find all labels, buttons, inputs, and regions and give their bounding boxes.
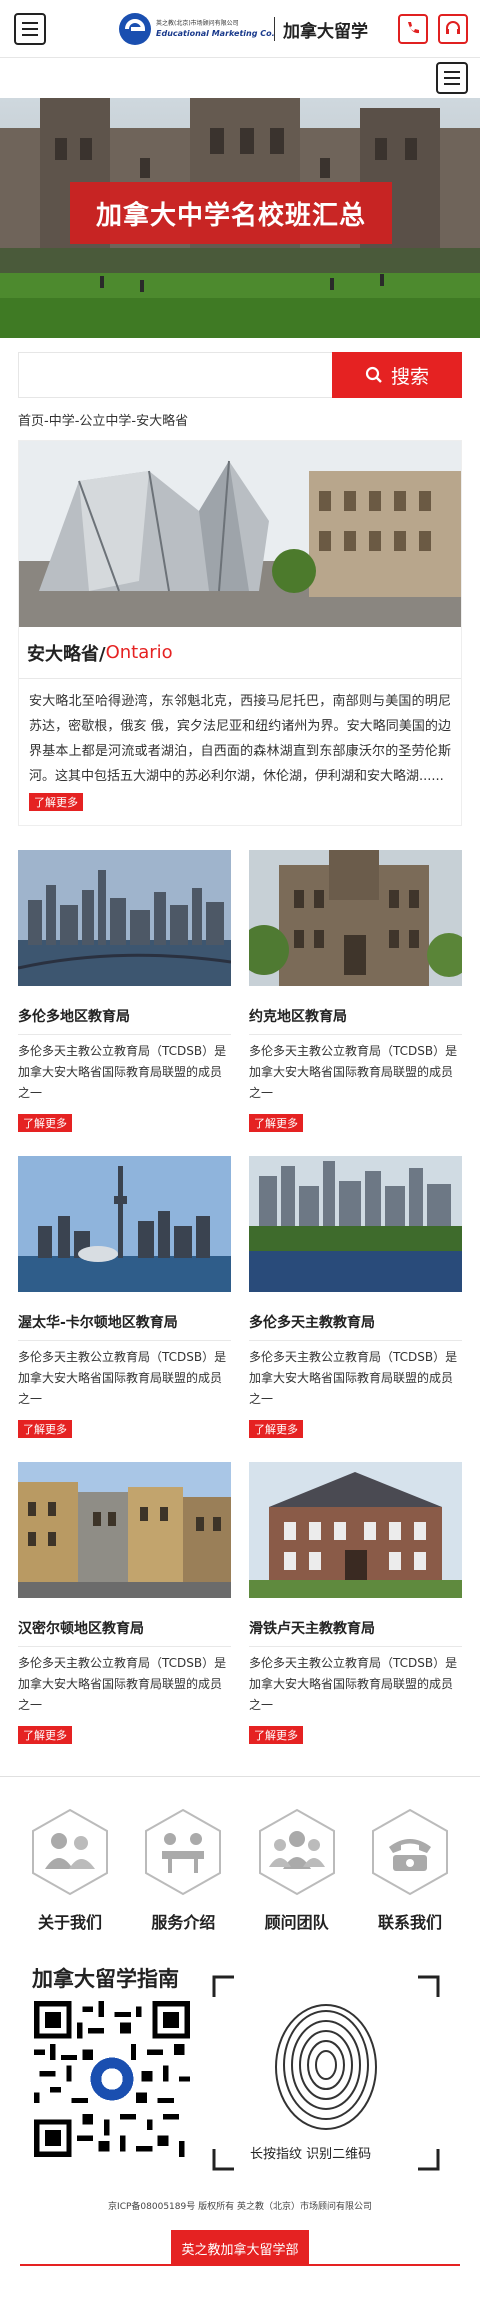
board-more-button[interactable]: 了解更多 bbox=[249, 1726, 303, 1744]
board-more-button[interactable]: 了解更多 bbox=[249, 1114, 303, 1132]
phone-icon bbox=[371, 1808, 448, 1896]
sub-nav-bar bbox=[0, 58, 480, 98]
brand-logo-icon bbox=[119, 13, 151, 45]
province-image bbox=[19, 441, 461, 627]
fingerprint-icon bbox=[275, 2004, 377, 2130]
board-title: 多伦多地区教育局 bbox=[18, 1006, 231, 1035]
board-card[interactable]: 多伦多天主教教育局 多伦多天主教公立教育局（TCDSB）是加拿大安大略省国际教育… bbox=[249, 1156, 462, 1462]
board-more-button[interactable]: 了解更多 bbox=[18, 1114, 72, 1132]
people-icon bbox=[32, 1808, 108, 1896]
nav-team[interactable]: 顾问团队 bbox=[247, 1807, 347, 1933]
nav-contact[interactable]: 联系我们 bbox=[360, 1807, 460, 1933]
brand[interactable]: 英之教(北京)市场顾问有限公司 Educational Marketing Co… bbox=[118, 12, 368, 46]
brand-separator bbox=[274, 17, 275, 41]
province-title: 安大略省/Ontario bbox=[19, 627, 461, 679]
board-title: 汉密尔顿地区教育局 bbox=[18, 1618, 231, 1647]
qr-code[interactable] bbox=[34, 2001, 190, 2157]
brand-company-en: Educational Marketing Co. bbox=[156, 28, 275, 38]
phone-icon bbox=[408, 22, 419, 34]
board-title: 约克地区教育局 bbox=[249, 1006, 462, 1035]
board-card[interactable]: 滑铁卢天主教教育局 多伦多天主教公立教育局（TCDSB）是加拿大安大略省国际教育… bbox=[249, 1462, 462, 1768]
board-description: 多伦多天主教公立教育局（TCDSB）是加拿大安大略省国际教育局联盟的成员之一 bbox=[18, 1656, 227, 1712]
category-menu-button[interactable] bbox=[436, 62, 468, 94]
search-icon bbox=[365, 366, 382, 383]
banner-title: 加拿大中学名校班汇总 bbox=[70, 182, 392, 244]
province-description: 安大略北至哈得逊湾，东邻魁北克，西接马尼托巴，南部则与美国的明尼苏达，密歇根，俄… bbox=[29, 694, 451, 784]
board-title: 多伦多天主教教育局 bbox=[249, 1312, 462, 1341]
breadcrumb: 首页-中学-公立中学-安大略省 bbox=[18, 414, 189, 429]
support-button[interactable] bbox=[438, 14, 468, 44]
board-image bbox=[249, 1156, 462, 1292]
top-header: 英之教(北京)市场顾问有限公司 Educational Marketing Co… bbox=[0, 0, 480, 58]
search-button[interactable]: 搜索 bbox=[332, 352, 462, 398]
bottom-nav: 关于我们 服务介绍 顾问团队 联系我们 bbox=[0, 1777, 480, 1933]
board-image bbox=[18, 1462, 231, 1598]
board-description: 多伦多天主教公立教育局（TCDSB）是加拿大安大略省国际教育局联盟的成员之一 bbox=[18, 1350, 227, 1406]
province-more-button[interactable]: 了解更多 bbox=[29, 793, 83, 811]
headset-icon bbox=[446, 21, 460, 34]
nav-services[interactable]: 服务介绍 bbox=[133, 1807, 233, 1933]
board-description: 多伦多天主教公立教育局（TCDSB）是加拿大安大略省国际教育局联盟的成员之一 bbox=[18, 1044, 227, 1100]
footer-bar: 英之教加拿大留学部 bbox=[20, 2230, 460, 2266]
board-more-button[interactable]: 了解更多 bbox=[249, 1420, 303, 1438]
board-image bbox=[249, 1462, 462, 1598]
qr-section: 加拿大留学指南 长按指纹 识别二维码 bbox=[0, 1963, 480, 2173]
fingerprint-scanner[interactable] bbox=[212, 1975, 440, 2171]
board-title: 滑铁卢天主教教育局 bbox=[249, 1618, 462, 1647]
search-button-label: 搜索 bbox=[390, 365, 429, 388]
search-bar: 搜索 bbox=[18, 352, 462, 398]
province-card: 安大略省/Ontario 安大略北至哈得逊湾，东邻魁北克，西接马尼托巴，南部则与… bbox=[18, 440, 462, 826]
board-title: 渥太华-卡尔顿地区教育局 bbox=[18, 1312, 231, 1341]
board-grid: 多伦多地区教育局 多伦多天主教公立教育局（TCDSB）是加拿大安大略省国际教育局… bbox=[18, 850, 462, 1768]
footer-department-button[interactable]: 英之教加拿大留学部 bbox=[171, 2230, 309, 2266]
board-more-button[interactable]: 了解更多 bbox=[18, 1726, 72, 1744]
board-image bbox=[18, 1156, 231, 1292]
brand-company-cn: 英之教(北京)市场顾问有限公司 bbox=[156, 19, 239, 27]
board-card[interactable]: 汉密尔顿地区教育局 多伦多天主教公立教育局（TCDSB）是加拿大安大略省国际教育… bbox=[18, 1462, 231, 1768]
hero-banner: 加拿大中学名校班汇总 bbox=[0, 98, 480, 338]
meeting-icon bbox=[145, 1808, 222, 1896]
province-name-en: Ontario bbox=[105, 642, 173, 663]
nav-services-label: 服务介绍 bbox=[151, 1913, 216, 1932]
nav-about[interactable]: 关于我们 bbox=[20, 1807, 120, 1933]
board-description: 多伦多天主教公立教育局（TCDSB）是加拿大安大略省国际教育局联盟的成员之一 bbox=[249, 1656, 458, 1712]
search-input[interactable] bbox=[18, 352, 332, 398]
team-icon bbox=[258, 1808, 335, 1896]
call-button[interactable] bbox=[398, 14, 428, 44]
copyright-text: 京ICP备08005189号 版权所有 英之教（北京）市场顾问有限公司 bbox=[108, 2202, 372, 2212]
board-description: 多伦多天主教公立教育局（TCDSB）是加拿大安大略省国际教育局联盟的成员之一 bbox=[249, 1044, 458, 1100]
menu-toggle-button[interactable] bbox=[14, 12, 46, 45]
board-image bbox=[18, 850, 231, 986]
board-image bbox=[249, 850, 462, 986]
qr-title: 加拿大留学指南 bbox=[32, 1967, 179, 1991]
nav-about-label: 关于我们 bbox=[37, 1913, 102, 1932]
board-card[interactable]: 多伦多地区教育局 多伦多天主教公立教育局（TCDSB）是加拿大安大略省国际教育局… bbox=[18, 850, 231, 1156]
nav-contact-label: 联系我们 bbox=[377, 1913, 442, 1932]
fingerprint-caption: 长按指纹 识别二维码 bbox=[250, 2147, 372, 2162]
province-name-cn: 安大略省/ bbox=[27, 643, 106, 665]
board-more-button[interactable]: 了解更多 bbox=[18, 1420, 72, 1438]
board-card[interactable]: 渥太华-卡尔顿地区教育局 多伦多天主教公立教育局（TCDSB）是加拿大安大略省国… bbox=[18, 1156, 231, 1462]
board-card[interactable]: 约克地区教育局 多伦多天主教公立教育局（TCDSB）是加拿大安大略省国际教育局联… bbox=[249, 850, 462, 1156]
board-description: 多伦多天主教公立教育局（TCDSB）是加拿大安大略省国际教育局联盟的成员之一 bbox=[249, 1350, 458, 1406]
site-title: 加拿大留学 bbox=[283, 21, 368, 42]
nav-team-label: 顾问团队 bbox=[264, 1913, 329, 1932]
